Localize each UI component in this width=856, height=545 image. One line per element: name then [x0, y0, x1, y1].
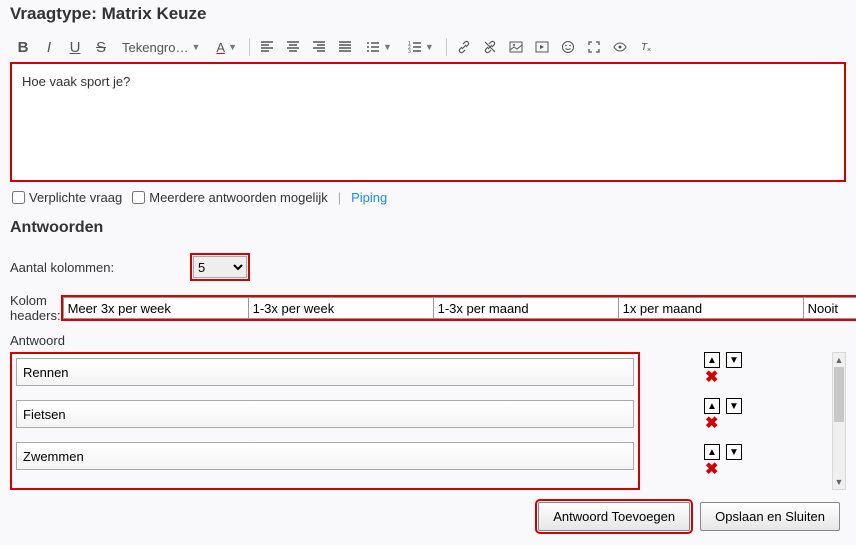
multiple-checkbox[interactable]: [132, 191, 145, 204]
required-checkbox[interactable]: [12, 191, 25, 204]
clear-format-icon[interactable]: T×: [635, 36, 657, 58]
chevron-down-icon: ▼: [191, 42, 200, 52]
answer-label: Antwoord: [10, 329, 846, 352]
bullet-list-dropdown[interactable]: ▼: [360, 36, 398, 58]
scroll-down-icon[interactable]: ▼: [833, 475, 845, 489]
chevron-down-icon: ▼: [425, 42, 434, 52]
row-controls: ▲ ▼ ✖: [644, 352, 846, 398]
columns-count-label: Aantal kolommen:: [10, 260, 190, 275]
answer-row-input[interactable]: [16, 400, 634, 428]
row-controls: ▲ ▼ ✖: [644, 444, 846, 490]
image-icon[interactable]: [505, 36, 527, 58]
number-list-dropdown[interactable]: 123 ▼: [402, 36, 440, 58]
link-icon[interactable]: [453, 36, 475, 58]
separator: [249, 38, 250, 56]
column-headers-label: Kolom headers:: [10, 293, 61, 323]
underline-icon[interactable]: U: [64, 36, 86, 58]
column-header-input[interactable]: [803, 297, 856, 319]
emoji-icon[interactable]: [557, 36, 579, 58]
italic-icon[interactable]: I: [38, 36, 60, 58]
separator: [446, 38, 447, 56]
align-justify-icon[interactable]: [334, 36, 356, 58]
svg-text:×: ×: [647, 47, 651, 54]
editor-toolbar: B I U S Tekengro…▼ A▼ ▼ 123 ▼: [10, 32, 846, 62]
page-title: Vraagtype: Matrix Keuze: [10, 2, 846, 32]
move-up-button[interactable]: ▲: [704, 398, 720, 414]
fullscreen-icon[interactable]: [583, 36, 605, 58]
row-controls-column: ▲ ▼ ✖ ▲ ▼ ✖ ▲ ▼ ✖ ▲: [644, 352, 846, 490]
column-header-input[interactable]: [63, 297, 248, 319]
scroll-thumb[interactable]: [834, 367, 844, 422]
answer-row-input[interactable]: [16, 358, 634, 386]
bold-icon[interactable]: B: [12, 36, 34, 58]
align-left-icon[interactable]: [256, 36, 278, 58]
delete-row-button[interactable]: ✖: [704, 416, 718, 432]
chevron-down-icon: ▼: [228, 42, 237, 52]
question-editor[interactable]: Hoe vaak sport je?: [10, 62, 846, 182]
column-headers-group: [61, 295, 856, 321]
font-size-dropdown[interactable]: Tekengro…▼: [116, 36, 206, 58]
unlink-icon[interactable]: [479, 36, 501, 58]
answers-title: Antwoorden: [10, 213, 846, 247]
required-checkbox-label[interactable]: Verplichte vraag: [12, 190, 122, 205]
chevron-down-icon: ▼: [383, 42, 392, 52]
save-close-button[interactable]: Opslaan en Sluiten: [700, 502, 840, 531]
delete-row-button[interactable]: ✖: [704, 370, 718, 386]
columns-count-select[interactable]: 5: [193, 256, 247, 278]
scrollbar[interactable]: ▲ ▼: [832, 352, 846, 490]
align-center-icon[interactable]: [282, 36, 304, 58]
add-answer-button[interactable]: Antwoord Toevoegen: [538, 502, 690, 531]
video-icon[interactable]: [531, 36, 553, 58]
delete-row-button[interactable]: ✖: [704, 462, 718, 478]
move-up-button[interactable]: ▲: [704, 352, 720, 368]
row-controls: ▲ ▼ ✖: [644, 398, 846, 444]
align-right-icon[interactable]: [308, 36, 330, 58]
move-down-button[interactable]: ▼: [726, 352, 742, 368]
options-row: Verplichte vraag Meerdere antwoorden mog…: [10, 182, 846, 213]
separator: |: [338, 190, 341, 205]
font-color-dropdown[interactable]: A▼: [210, 36, 243, 58]
preview-icon[interactable]: [609, 36, 631, 58]
strikethrough-icon[interactable]: S: [90, 36, 112, 58]
column-header-input[interactable]: [618, 297, 803, 319]
column-header-input[interactable]: [248, 297, 433, 319]
move-down-button[interactable]: ▼: [726, 444, 742, 460]
move-up-button[interactable]: ▲: [704, 444, 720, 460]
answer-row-input[interactable]: [16, 442, 634, 470]
column-header-input[interactable]: [433, 297, 618, 319]
scroll-up-icon[interactable]: ▲: [833, 353, 845, 367]
multiple-checkbox-label[interactable]: Meerdere antwoorden mogelijk: [132, 190, 327, 205]
answers-block: [10, 352, 640, 490]
piping-link[interactable]: Piping: [351, 190, 387, 205]
move-down-button[interactable]: ▼: [726, 398, 742, 414]
svg-text:3: 3: [408, 49, 411, 54]
